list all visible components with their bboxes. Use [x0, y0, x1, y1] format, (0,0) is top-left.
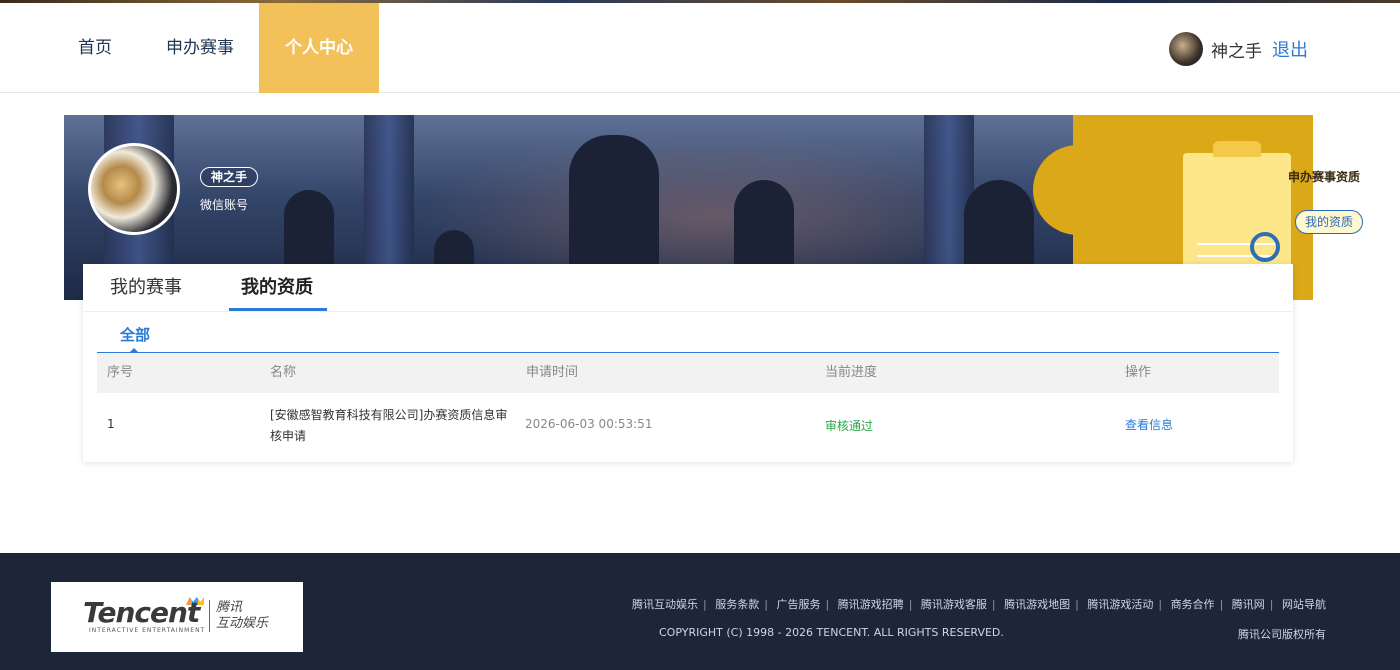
row-time: 2026-06-03 00:53:51 — [525, 417, 653, 431]
footer: Tencent INTERACTIVE ENTERTAINMENT 腾讯 互动娱乐… — [0, 553, 1400, 670]
tencent-logo[interactable]: Tencent INTERACTIVE ENTERTAINMENT 腾讯 互动娱乐 — [51, 582, 303, 652]
username: 神之手 — [1211, 41, 1262, 62]
rights-text: 腾讯公司版权所有 — [1238, 628, 1326, 641]
top-navbar: 首页 申办赛事 个人中心 神之手 退出 — [0, 3, 1400, 93]
tab-divider — [83, 311, 1293, 312]
content-panel: 我的赛事 我的资质 全部 序号 名称 申请时间 当前进度 操作 1 [安徽感智教… — [83, 264, 1293, 462]
footer-link[interactable]: 腾讯网 — [1232, 598, 1265, 611]
account-type-label: 微信账号 — [200, 198, 249, 212]
footer-link[interactable]: 腾讯游戏客服 — [921, 598, 987, 611]
nav-apply-event[interactable]: 申办赛事 — [166, 3, 234, 93]
tab-my-qualifications[interactable]: 我的资质 — [241, 264, 313, 310]
nav-home[interactable]: 首页 — [78, 3, 112, 93]
puzzle-shape — [1033, 145, 1123, 235]
th-status: 当前进度 — [825, 365, 878, 380]
tab-my-events[interactable]: 我的赛事 — [110, 264, 182, 310]
footer-link[interactable]: 网站导航 — [1282, 598, 1326, 611]
footer-link[interactable]: 广告服务 — [776, 598, 820, 611]
view-info-link[interactable]: 查看信息 — [1125, 416, 1173, 433]
table-header: 序号 名称 申请时间 当前进度 操作 — [97, 353, 1279, 393]
footer-link[interactable]: 腾讯游戏地图 — [1004, 598, 1070, 611]
profile-name: 神之手 — [200, 167, 259, 187]
footer-link[interactable]: 腾讯互动娱乐 — [632, 598, 698, 611]
th-index: 序号 — [107, 365, 134, 380]
my-qualification-button[interactable]: 我的资质 — [1295, 210, 1363, 234]
copyright-text: COPYRIGHT (C) 1998 - 2026 TENCENT. ALL R… — [659, 626, 1004, 639]
logout-link[interactable]: 退出 — [1272, 36, 1308, 62]
th-name: 名称 — [270, 365, 297, 380]
qualification-card-title: 申办赛事资质 — [1287, 170, 1360, 184]
row-name: [安徽感智教育科技有限公司]办赛资质信息审核申请 — [270, 408, 508, 443]
th-action: 操作 — [1125, 365, 1152, 380]
footer-link[interactable]: 腾讯游戏活动 — [1087, 598, 1153, 611]
profile-avatar — [88, 143, 180, 235]
footer-link[interactable]: 腾讯游戏招聘 — [838, 598, 904, 611]
row-index: 1 — [107, 417, 115, 431]
table-row: 1 [安徽感智教育科技有限公司]办赛资质信息审核申请 2026-06-03 00… — [97, 393, 1279, 455]
magnifier-icon — [1250, 232, 1280, 262]
nav-personal-center[interactable]: 个人中心 — [259, 3, 379, 93]
row-status: 审核通过 — [825, 419, 874, 433]
avatar[interactable] — [1169, 32, 1203, 66]
footer-links: 腾讯互动娱乐 | 服务条款 | 广告服务 | 腾讯游戏招聘 | 腾讯游戏客服 | 腾讯游戏… — [632, 598, 1326, 611]
footer-link[interactable]: 商务合作 — [1171, 598, 1215, 611]
filter-all[interactable]: 全部 — [120, 324, 150, 345]
footer-link[interactable]: 服务条款 — [715, 598, 759, 611]
user-area: 神之手 退出 — [1169, 31, 1308, 67]
th-time: 申请时间 — [526, 365, 579, 380]
